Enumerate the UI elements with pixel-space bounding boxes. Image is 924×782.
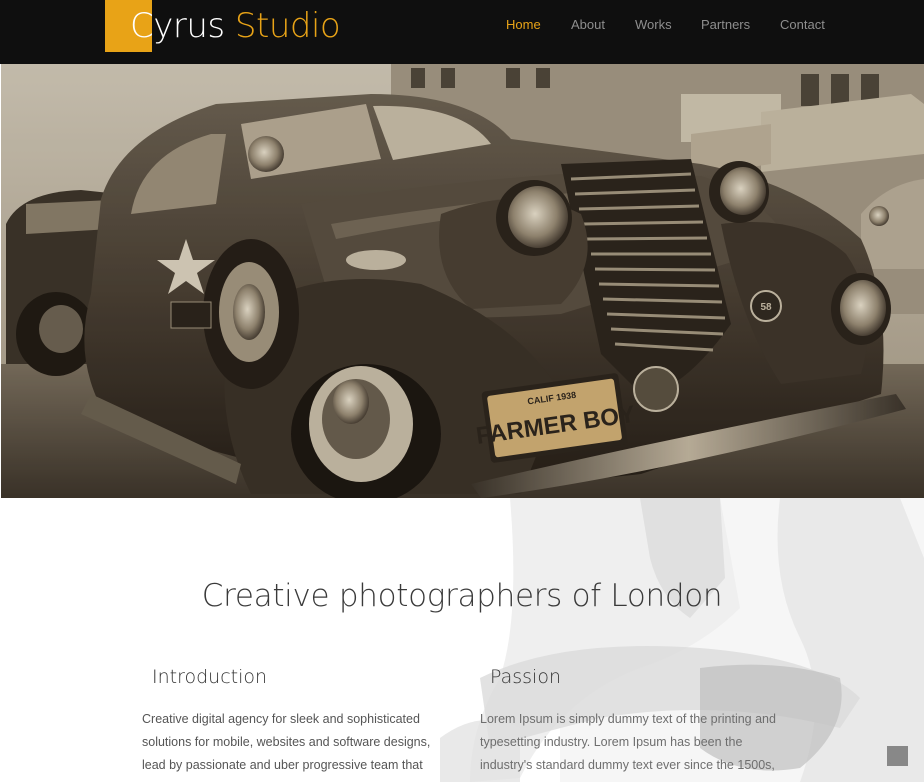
passion-column: Passion Lorem Ipsum is simply dummy text… — [480, 666, 790, 782]
page: Cyrus Studio Home About Works Partners C… — [0, 0, 924, 782]
logo-word-studio: Studio — [234, 6, 341, 46]
site-header: Cyrus Studio Home About Works Partners C… — [0, 0, 924, 64]
intro-column: Introduction Creative digital agency for… — [142, 666, 447, 782]
logo-word-cyrus: Cyrus — [130, 6, 225, 46]
scroll-to-top-icon[interactable] — [887, 746, 908, 766]
hero-image: 58 CALIF 1938 FARMER BOY — [1, 64, 924, 498]
nav-works[interactable]: Works — [635, 17, 672, 33]
intro-title: Introduction — [152, 666, 268, 688]
vintage-car-photo: 58 CALIF 1938 FARMER BOY — [1, 64, 924, 498]
intro-text: Creative digital agency for sleek and so… — [142, 712, 435, 782]
passion-title: Passion — [490, 666, 561, 688]
logo-text: Cyrus Studio — [130, 6, 341, 46]
passion-text: Lorem Ipsum is simply dummy text of the … — [480, 712, 776, 782]
nav-about[interactable]: About — [571, 17, 605, 33]
nav-partners[interactable]: Partners — [701, 17, 750, 33]
section-headline: Creative photographers of London — [201, 578, 723, 614]
about-section: Creative photographers of London Introdu… — [0, 498, 924, 782]
nav-contact[interactable]: Contact — [780, 17, 825, 33]
nav-home[interactable]: Home — [506, 17, 541, 33]
